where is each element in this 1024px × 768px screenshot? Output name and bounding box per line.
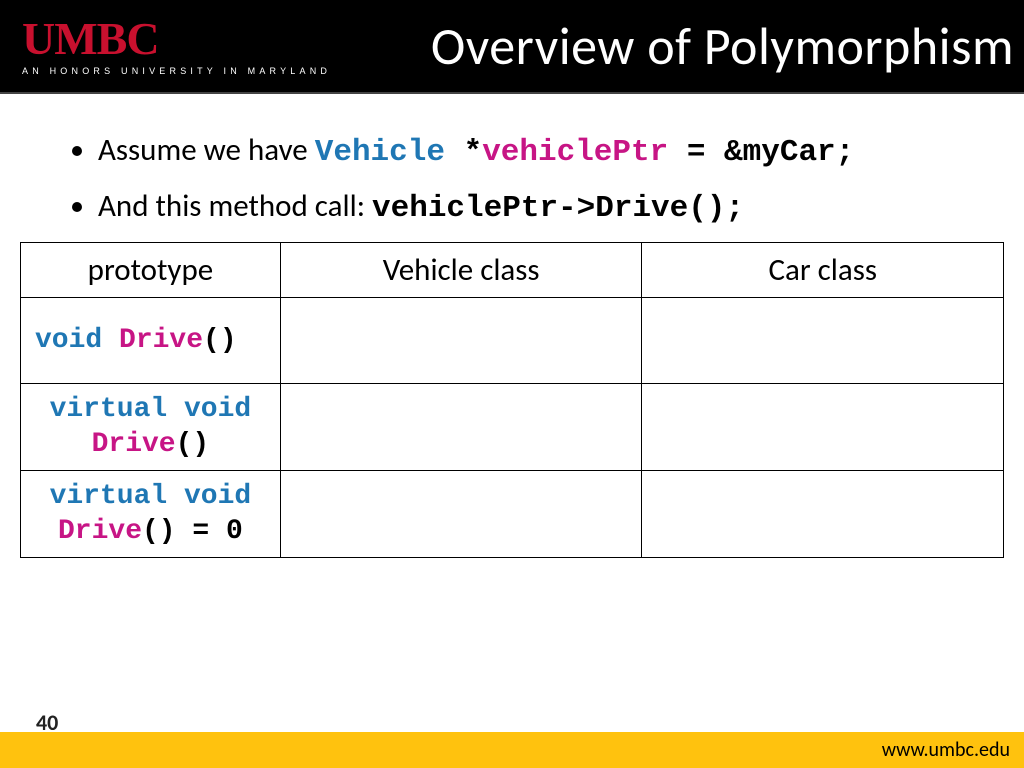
code-name: Drive bbox=[58, 516, 142, 547]
slide-title: Overview of Polymorphism bbox=[431, 14, 1014, 78]
polymorphism-table: prototype Vehicle class Car class void D… bbox=[20, 242, 1004, 558]
logo-block: UMBC AN HONORS UNIVERSITY IN MARYLAND bbox=[22, 16, 331, 76]
bullet-text: Assume we have bbox=[98, 131, 315, 169]
col-prototype: prototype bbox=[21, 242, 281, 297]
code-rest: = &myCar; bbox=[668, 135, 854, 170]
code-paren: () bbox=[142, 516, 176, 547]
code-extra: = 0 bbox=[176, 516, 243, 547]
cell-prototype: virtual void Drive() bbox=[21, 383, 281, 470]
cell-vehicle bbox=[280, 470, 642, 557]
footer: www.umbc.edu bbox=[0, 732, 1024, 768]
bullet-list: Assume we have Vehicle *vehiclePtr = &my… bbox=[20, 130, 1004, 230]
code-inline: vehiclePtr->Drive(); bbox=[372, 191, 744, 226]
table-row: virtual void Drive() bbox=[21, 383, 1004, 470]
table-header-row: prototype Vehicle class Car class bbox=[21, 242, 1004, 297]
code-name: Drive bbox=[119, 325, 203, 356]
col-vehicle: Vehicle class bbox=[280, 242, 642, 297]
cell-car bbox=[642, 383, 1004, 470]
cell-vehicle bbox=[280, 297, 642, 383]
code-name: Drive bbox=[92, 429, 176, 460]
bullet-item: And this method call: vehiclePtr->Drive(… bbox=[98, 186, 1004, 230]
logo-sub: AN HONORS UNIVERSITY IN MARYLAND bbox=[22, 66, 331, 76]
header: UMBC AN HONORS UNIVERSITY IN MARYLAND Ov… bbox=[0, 0, 1024, 94]
code-star: * bbox=[464, 135, 483, 170]
cell-car bbox=[642, 470, 1004, 557]
table-row: void Drive() bbox=[21, 297, 1004, 383]
cell-car bbox=[642, 297, 1004, 383]
cell-vehicle bbox=[280, 383, 642, 470]
cell-prototype: virtual void Drive() = 0 bbox=[21, 470, 281, 557]
table-row: virtual void Drive() = 0 bbox=[21, 470, 1004, 557]
code-kw: virtual void bbox=[50, 481, 252, 512]
code-type: Vehicle bbox=[315, 135, 464, 170]
col-car: Car class bbox=[642, 242, 1004, 297]
code-paren: () bbox=[203, 325, 237, 356]
bullet-text: And this method call: bbox=[98, 187, 372, 225]
logo-main: UMBC bbox=[22, 16, 331, 62]
bullet-item: Assume we have Vehicle *vehiclePtr = &my… bbox=[98, 130, 1004, 174]
cell-prototype: void Drive() bbox=[21, 297, 281, 383]
code-kw: void bbox=[35, 325, 119, 356]
footer-url: www.umbc.edu bbox=[882, 738, 1010, 762]
content: Assume we have Vehicle *vehiclePtr = &my… bbox=[0, 94, 1024, 558]
code-paren: () bbox=[176, 429, 210, 460]
code-inline: Vehicle *vehiclePtr = &myCar; bbox=[315, 135, 855, 170]
code-kw: virtual void bbox=[50, 394, 252, 425]
code-name: vehiclePtr bbox=[482, 135, 668, 170]
